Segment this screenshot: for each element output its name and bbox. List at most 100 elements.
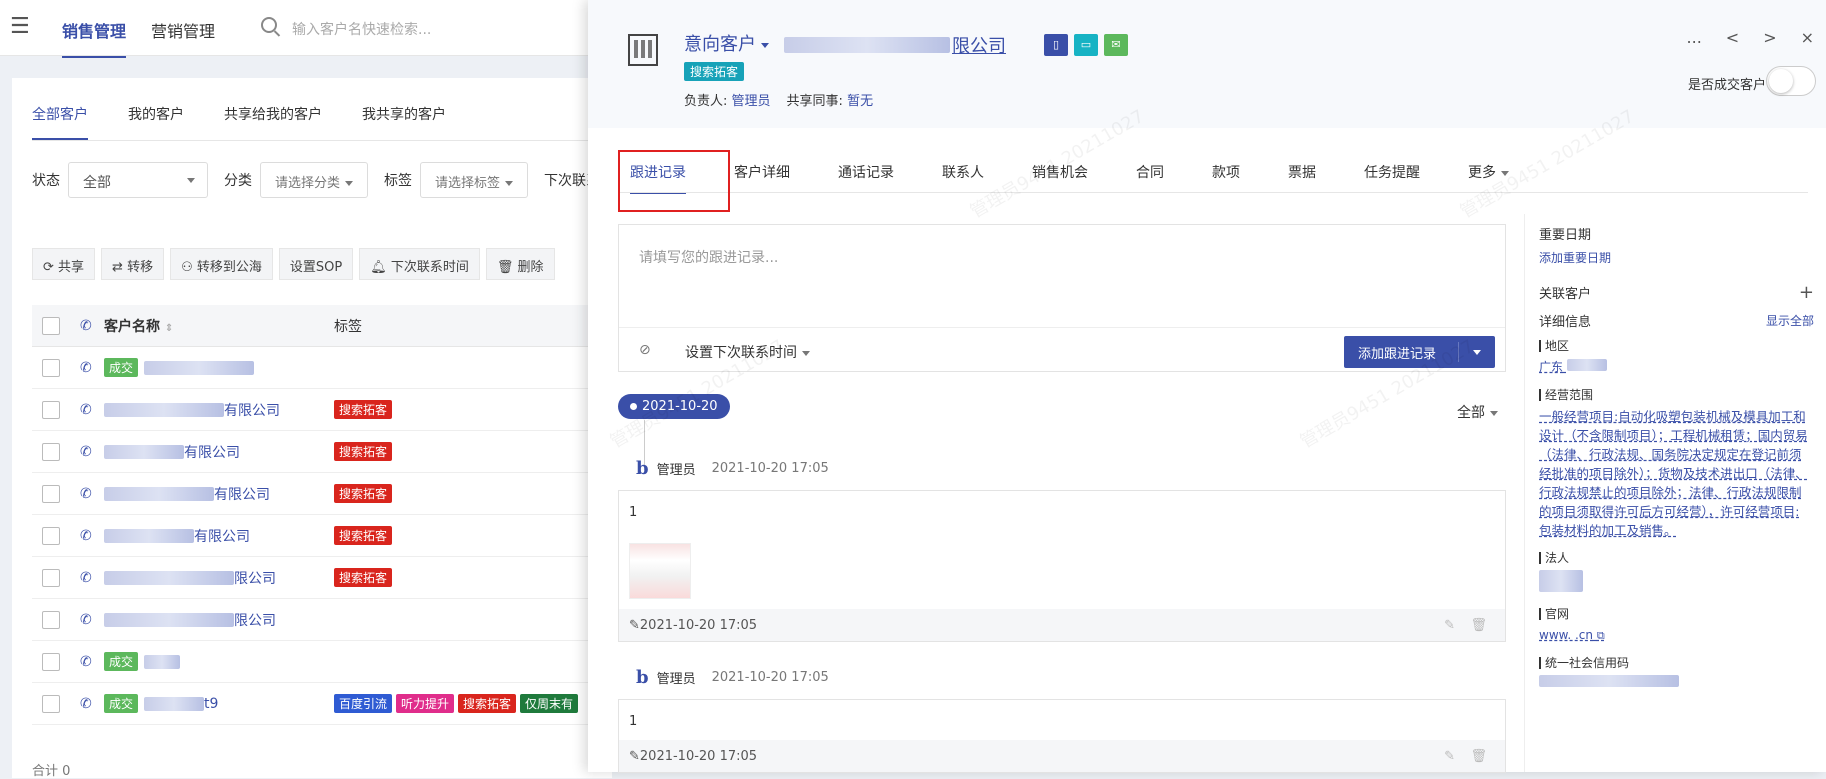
row-checkbox[interactable] xyxy=(42,694,60,713)
timeline-filter-dropdown[interactable]: 全部 xyxy=(1457,402,1498,422)
phone-icon[interactable]: ✆ xyxy=(80,696,104,712)
tab-contracts[interactable]: 合同 xyxy=(1136,162,1164,194)
entry-author: 管理员 xyxy=(656,671,696,687)
column-customer-name[interactable]: 客户名称 ⇕ xyxy=(104,316,334,336)
tab-call-records[interactable]: 通话记录 xyxy=(838,162,894,194)
customer-name[interactable]: 成交 xyxy=(104,358,334,377)
tab-task-reminders[interactable]: 任务提醒 xyxy=(1364,162,1420,194)
mail-icon[interactable]: ✉ xyxy=(1104,34,1128,56)
table-row[interactable]: ✆ 成交 t9 百度引流 听力提升 搜索拓客 仅周末有 xyxy=(32,683,612,725)
table-header: ✆ 客户名称 ⇕ 标签 xyxy=(32,305,612,347)
tag-badge: 搜索拓客 xyxy=(334,442,393,461)
business-scope-value[interactable]: 一般经营项目:自动化吸塑包装机械及模具加工和设计（不含限制项目）；工程机械租赁；… xyxy=(1539,407,1809,540)
add-related-customer-icon[interactable]: + xyxy=(1799,282,1814,303)
tab-my-customers[interactable]: 我的客户 xyxy=(128,104,184,140)
phone-icon[interactable]: ✆ xyxy=(80,486,104,502)
attachment-thumbnail[interactable] xyxy=(629,543,691,599)
row-checkbox[interactable] xyxy=(42,400,60,419)
table-row[interactable]: ✆ 成交 xyxy=(32,347,612,389)
table-row[interactable]: ✆ 有限公司 搜索拓客 xyxy=(32,431,612,473)
transfer-button[interactable]: ⇄ 转移 xyxy=(101,248,165,280)
move-to-pool-button[interactable]: ⚇ 转移到公海 xyxy=(170,248,273,280)
set-sop-button[interactable]: 设置SOP xyxy=(278,248,354,280)
customer-name[interactable]: 有限公司 xyxy=(104,442,334,462)
customer-name[interactable]: 成交 xyxy=(104,652,334,671)
menu-toggle-icon[interactable]: ☰ xyxy=(10,14,30,39)
row-checkbox[interactable] xyxy=(42,358,60,377)
table-row[interactable]: ✆ 有限公司 搜索拓客 xyxy=(32,389,612,431)
status-filter-select[interactable]: 全部 xyxy=(68,162,208,198)
customer-search-input[interactable]: 输入客户名快速检索... xyxy=(292,19,431,39)
phone-icon[interactable]: ✆ xyxy=(80,612,104,628)
tab-customer-detail[interactable]: 客户详细 xyxy=(734,162,790,194)
detail-info-row: 详细信息 显示全部 xyxy=(1539,311,1814,330)
row-checkbox[interactable] xyxy=(42,442,60,461)
table-row[interactable]: ✆ 有限公司 搜索拓客 xyxy=(32,515,612,557)
show-all-link[interactable]: 显示全部 xyxy=(1766,312,1814,329)
legal-person-value[interactable] xyxy=(1539,570,1814,596)
customer-list-panel: 全部客户 我的客户 共享给我的客户 我共享的客户 状态 全部 分类 请选择分类 … xyxy=(12,78,612,778)
phone-icon[interactable]: ✆ xyxy=(80,570,104,586)
share-colleague-value[interactable]: 暂无 xyxy=(847,94,873,109)
tab-all-customers[interactable]: 全部客户 xyxy=(32,104,88,140)
website-value[interactable]: www. .cn ⧉ xyxy=(1539,626,1814,645)
category-filter-select[interactable]: 请选择分类 xyxy=(260,162,369,198)
external-link-icon[interactable]: ⧉ xyxy=(1597,629,1605,642)
phone-icon[interactable]: ✆ xyxy=(80,528,104,544)
phone-icon[interactable]: ✆ xyxy=(80,654,104,670)
phone-icon[interactable]: ✆ xyxy=(80,444,104,460)
detail-header: 意向客户 限公司 ▯ ▭ ✉ 搜索拓客 负责人: 管理员 共享同事: 暂无 ..… xyxy=(588,0,1826,128)
customer-name[interactable]: 成交 t9 xyxy=(104,694,334,713)
company-name[interactable]: 限公司 xyxy=(784,32,1006,58)
tab-shared-to-me[interactable]: 共享给我的客户 xyxy=(224,104,322,140)
table-row[interactable]: ✆ 有限公司 搜索拓客 xyxy=(32,473,612,515)
owner-value[interactable]: 管理员 xyxy=(732,94,771,109)
phone-icon[interactable]: ✆ xyxy=(80,402,104,418)
row-checkbox[interactable] xyxy=(42,652,60,671)
edit-icon[interactable]: ✎ xyxy=(1444,618,1455,633)
follow-up-textarea[interactable]: 请填写您的跟进记录... xyxy=(639,247,778,267)
table-row[interactable]: ✆ 限公司 搜索拓客 xyxy=(32,557,612,599)
share-button[interactable]: ⟳ 共享 xyxy=(32,248,96,280)
table-row[interactable]: ✆ 限公司 xyxy=(32,599,612,641)
message-icon[interactable]: ▭ xyxy=(1074,34,1098,56)
select-all-checkbox[interactable] xyxy=(42,316,60,335)
source-tag-badge: 搜索拓客 xyxy=(684,62,745,81)
next-contact-time-button[interactable]: 🔔︎ 下次联系时间 xyxy=(359,248,480,280)
tab-payments[interactable]: 款项 xyxy=(1212,162,1240,194)
attachment-icon[interactable]: ⊘ xyxy=(639,342,651,358)
customer-name[interactable]: 限公司 xyxy=(104,568,334,588)
edit-icon[interactable]: ✎ xyxy=(1444,749,1455,764)
row-checkbox[interactable] xyxy=(42,526,60,545)
next-icon[interactable]: > xyxy=(1763,28,1776,47)
more-icon[interactable]: ... xyxy=(1687,28,1702,47)
redacted-name xyxy=(144,360,255,375)
row-checkbox[interactable] xyxy=(42,568,60,587)
sort-icon[interactable]: ⇕ xyxy=(165,323,173,334)
customer-name[interactable]: 有限公司 xyxy=(104,526,334,546)
delete-icon[interactable]: 🗑︎ xyxy=(1470,749,1487,764)
region-value[interactable]: 广东 xyxy=(1539,358,1814,377)
tab-contacts[interactable]: 联系人 xyxy=(942,162,984,194)
nav-marketing-management[interactable]: 营销管理 xyxy=(151,18,215,42)
add-important-date-link[interactable]: 添加重要日期 xyxy=(1539,249,1814,266)
delete-button[interactable]: 🗑︎ 删除 xyxy=(485,248,555,280)
customer-name[interactable]: 有限公司 xyxy=(104,400,334,420)
nav-sales-management[interactable]: 销售管理 xyxy=(62,18,127,58)
table-row[interactable]: ✆ 成交 xyxy=(32,641,612,683)
search-icon[interactable] xyxy=(261,17,277,33)
delete-icon[interactable]: 🗑︎ xyxy=(1470,618,1487,633)
row-checkbox[interactable] xyxy=(42,610,60,629)
phone-icon[interactable]: ✆ xyxy=(80,360,104,376)
customer-name[interactable]: 限公司 xyxy=(104,610,334,630)
tab-invoices[interactable]: 票据 xyxy=(1288,162,1316,194)
prev-icon[interactable]: < xyxy=(1726,28,1739,47)
mobile-icon[interactable]: ▯ xyxy=(1044,34,1068,56)
deal-customer-toggle[interactable] xyxy=(1766,66,1816,96)
customer-name[interactable]: 有限公司 xyxy=(104,484,334,504)
close-icon[interactable]: × xyxy=(1801,28,1814,47)
tab-my-shared[interactable]: 我共享的客户 xyxy=(362,104,446,140)
customer-status-select[interactable]: 意向客户 xyxy=(684,30,769,56)
row-checkbox[interactable] xyxy=(42,484,60,503)
tag-filter-select[interactable]: 请选择标签 xyxy=(420,162,529,198)
